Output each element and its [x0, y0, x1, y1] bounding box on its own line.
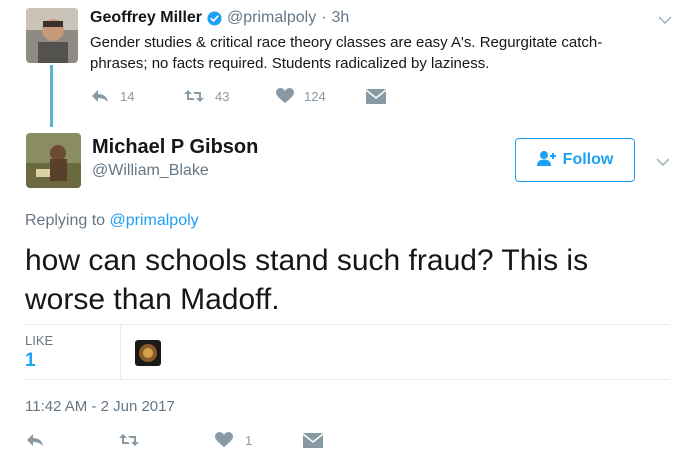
- tweet-timestamp[interactable]: 11:42 AM - 2 Jun 2017: [25, 398, 175, 415]
- parent-tweet-header: Geoffrey Miller @primalpoly · 3h: [90, 9, 349, 27]
- parent-author-avatar[interactable]: [26, 8, 78, 63]
- main-like-button[interactable]: 1: [215, 432, 252, 448]
- replying-to-prefix: Replying to: [25, 212, 106, 229]
- parent-author-handle[interactable]: @primalpoly: [227, 9, 316, 27]
- main-tweet-text-line1: how can schools stand such fraud? This i…: [25, 244, 589, 277]
- parent-avatar-image: [26, 8, 78, 63]
- parent-more-chevron-down-icon[interactable]: [658, 12, 672, 30]
- parent-like-button[interactable]: 124: [276, 88, 326, 104]
- parent-retweet-count: 43: [215, 88, 230, 104]
- main-direct-message-button[interactable]: [303, 433, 323, 448]
- parent-reply-button[interactable]: 14: [90, 88, 134, 104]
- parent-tweet-text-line1: Gender studies & critical race theory cl…: [90, 34, 603, 51]
- follow-button[interactable]: Follow: [515, 138, 635, 182]
- likes-stat-label: LIKE: [25, 333, 54, 348]
- replying-to-handle[interactable]: @primalpoly: [110, 212, 199, 229]
- replying-to-line: Replying to @primalpoly: [25, 212, 199, 230]
- main-tweet-text: how can schools stand such fraud? This i…: [25, 241, 588, 319]
- parent-retweet-button[interactable]: 43: [183, 88, 229, 104]
- liker-avatar-image: [135, 340, 161, 366]
- parent-tweet-text: Gender studies & critical race theory cl…: [90, 32, 602, 74]
- main-retweet-button[interactable]: [118, 432, 140, 448]
- main-tweet-text-line2: worse than Madoff.: [25, 283, 280, 316]
- divider-top-stats: [25, 324, 670, 325]
- likes-stat-count[interactable]: 1: [25, 350, 36, 372]
- divider-bottom-stats: [25, 379, 670, 380]
- main-more-chevron-down-icon[interactable]: [656, 154, 670, 172]
- main-reply-button[interactable]: [25, 432, 45, 448]
- parent-reply-count: 14: [120, 88, 135, 104]
- main-author-handle[interactable]: @William_Blake: [92, 162, 209, 180]
- stats-vertical-divider: [120, 325, 121, 379]
- main-author-avatar[interactable]: [26, 133, 81, 188]
- thread-connector-line: [50, 65, 53, 127]
- main-author-name[interactable]: Michael P Gibson: [92, 136, 258, 159]
- add-user-icon: [536, 150, 557, 171]
- heart-icon: [276, 88, 294, 104]
- verified-badge-icon: [207, 10, 222, 26]
- envelope-icon: [366, 89, 386, 104]
- heart-icon: [215, 432, 233, 448]
- parent-like-count: 124: [304, 88, 326, 104]
- parent-tweet-text-line2: phrases; no facts required. Students rad…: [90, 55, 490, 72]
- liker-avatar[interactable]: [135, 340, 161, 366]
- reply-icon: [90, 88, 110, 104]
- follow-button-label: Follow: [562, 151, 614, 168]
- retweet-icon: [183, 88, 205, 104]
- main-like-count: 1: [245, 432, 253, 448]
- envelope-icon: [303, 433, 323, 448]
- main-avatar-image: [26, 133, 81, 188]
- header-separator: ·: [321, 9, 327, 26]
- reply-icon: [25, 432, 45, 448]
- parent-author-name[interactable]: Geoffrey Miller: [90, 9, 202, 27]
- retweet-icon: [118, 432, 140, 448]
- parent-direct-message-button[interactable]: [366, 89, 386, 104]
- parent-tweet-time[interactable]: 3h: [332, 9, 350, 27]
